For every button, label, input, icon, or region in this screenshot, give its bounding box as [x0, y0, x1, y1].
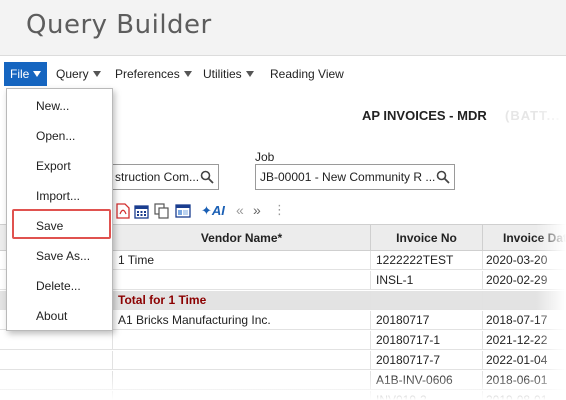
cell-invoice-date: 2020-02-29 — [482, 271, 566, 290]
cell-invoice-no: INSL-1 — [370, 271, 482, 290]
menu-file[interactable]: File — [4, 62, 48, 86]
file-menu-item-export[interactable]: Export — [7, 151, 112, 181]
menu-query-label: Query — [56, 67, 89, 81]
menu-preferences[interactable]: Preferences — [109, 62, 198, 86]
cell-invoice-date: 2020-03-20 — [482, 251, 566, 270]
calendar-icon[interactable] — [134, 202, 149, 220]
company-field[interactable]: struction Com... — [110, 164, 219, 190]
cell-invoice-date: 2022-01-04 — [482, 351, 566, 370]
file-menu-item-delete[interactable]: Delete... — [7, 271, 112, 301]
report-subtitle-faded: (BATT... — [505, 108, 561, 123]
search-icon[interactable] — [436, 170, 450, 184]
cell-vendor-name — [112, 391, 370, 400]
auto-text-label: AI — [211, 203, 225, 218]
table-row[interactable]: 20180717-7 2022-01-04 — [0, 351, 566, 370]
title-bar: Query Builder — [0, 0, 566, 56]
cell-invoice-date: 2018-07-17 — [482, 311, 566, 330]
cell-vendor-name: 1 Time — [112, 251, 370, 270]
cell-invoice-no — [370, 291, 482, 310]
job-field-value: JB-00001 - New Community R ... — [260, 170, 436, 184]
cell-vendor-name — [112, 271, 370, 290]
save-highlight-box — [12, 209, 111, 239]
menu-reading-view[interactable]: Reading View — [264, 62, 350, 86]
company-field-value: struction Com... — [115, 170, 200, 184]
file-menu-item-import[interactable]: Import... — [7, 181, 112, 211]
cell-vendor-name — [112, 371, 370, 390]
app-title: Query Builder — [26, 10, 212, 40]
cell-invoice-no: 20180717-1 — [370, 331, 482, 350]
job-label: Job — [255, 150, 275, 164]
column-header-vendor-name[interactable]: Vendor Name* — [112, 225, 370, 251]
nav-next-icon[interactable]: » — [253, 202, 261, 220]
menu-file-label: File — [10, 67, 30, 81]
menu-reading-view-label: Reading View — [270, 67, 344, 81]
cell-vendor-name — [112, 351, 370, 370]
pdf-icon[interactable] — [116, 202, 130, 220]
cell-invoice-no: 1222222TEST — [370, 251, 482, 270]
cell-invoice-date: 2019-08-01 — [482, 391, 566, 400]
nav-prev-icon[interactable]: « — [236, 202, 244, 220]
app-window: Query Builder File Query Preferences Uti… — [0, 0, 566, 400]
menu-query[interactable]: Query — [50, 62, 107, 86]
cell-invoice-no: 20180717 — [370, 311, 482, 330]
menu-bar: File Query Preferences Utilities Reading… — [0, 60, 566, 88]
cell-vendor-name: Total for 1 Time — [112, 291, 370, 310]
file-menu-item-open[interactable]: Open... — [7, 121, 112, 151]
cell-invoice-no: INV019-2 — [370, 391, 482, 400]
chevron-down-icon — [245, 71, 254, 77]
table-row[interactable]: INV019-2 2019-08-01 — [0, 391, 566, 400]
cell-invoice-date: 2021-12-22 — [482, 331, 566, 350]
copy-icon[interactable] — [154, 202, 169, 220]
file-menu-item-new[interactable]: New... — [7, 91, 112, 121]
column-header-invoice-date[interactable]: Invoice Dat — [482, 225, 566, 251]
job-field[interactable]: JB-00001 - New Community R ... — [255, 164, 455, 190]
search-icon[interactable] — [200, 170, 214, 184]
cell-invoice-date — [482, 291, 566, 310]
chevron-down-icon — [33, 71, 42, 77]
file-menu-dropdown: New... Open... Export Import... Save Sav… — [6, 88, 113, 331]
table-row[interactable]: 20180717-1 2021-12-22 — [0, 331, 566, 350]
report-title: AP INVOICES - MDR — [362, 108, 487, 123]
more-vertical-icon[interactable]: ⋮ — [273, 202, 286, 220]
cell-invoice-no: A1B-INV-0606 — [370, 371, 482, 390]
file-menu-item-about[interactable]: About — [7, 301, 112, 331]
cell-invoice-date: 2018-06-01 — [482, 371, 566, 390]
menu-preferences-label: Preferences — [115, 67, 180, 81]
menu-utilities[interactable]: Utilities — [197, 62, 260, 86]
table-row[interactable]: A1B-INV-0606 2018-06-01 — [0, 371, 566, 390]
file-menu-item-save-as[interactable]: Save As... — [7, 241, 112, 271]
cell-invoice-no: 20180717-7 — [370, 351, 482, 370]
layout-icon[interactable] — [175, 202, 191, 220]
column-header-invoice-no[interactable]: Invoice No — [370, 225, 482, 251]
menu-utilities-label: Utilities — [203, 67, 242, 81]
cell-vendor-name — [112, 331, 370, 350]
chevron-down-icon — [183, 71, 192, 77]
chevron-down-icon — [92, 71, 101, 77]
cell-vendor-name: A1 Bricks Manufacturing Inc. — [112, 311, 370, 330]
auto-text-icon[interactable]: ✦AI — [201, 202, 225, 220]
